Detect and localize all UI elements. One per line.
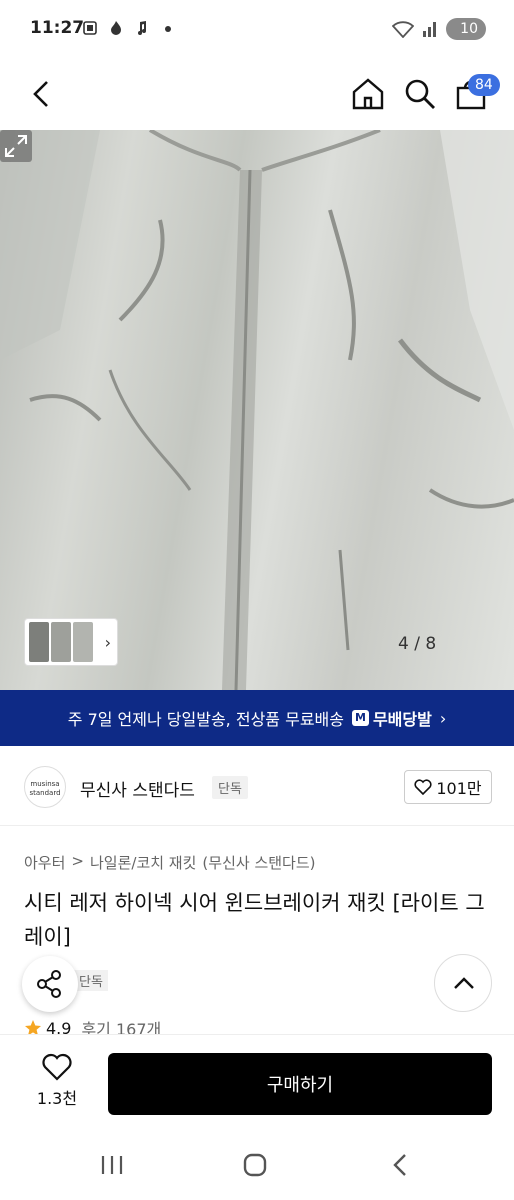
home-icon[interactable] xyxy=(348,74,388,114)
brand-name[interactable]: 무신사 스탠다드 xyxy=(80,776,195,801)
delivery-truck-icon: M xyxy=(351,710,369,726)
search-icon[interactable] xyxy=(400,74,440,114)
exclusive-badge: 단독 xyxy=(212,776,248,799)
jacket-illustration xyxy=(0,130,514,690)
chevron-right-icon[interactable]: › xyxy=(105,633,111,652)
brand-like-count: 101만 xyxy=(436,779,482,798)
brand-logo[interactable]: musinsa standard xyxy=(24,766,66,808)
thumbnail-image[interactable] xyxy=(51,622,71,662)
system-navigation-bar xyxy=(0,1130,514,1200)
back-icon[interactable] xyxy=(386,1150,416,1180)
system-status: 10 xyxy=(392,18,486,40)
banner-brand-label: 무배당발 xyxy=(372,710,432,729)
brand-row: musinsa standard 무신사 스탠다드 단독 101만 xyxy=(0,746,514,826)
chevron-right-icon: › xyxy=(439,708,447,728)
brand-like-button[interactable]: 101만 xyxy=(404,770,492,804)
home-button-icon[interactable] xyxy=(240,1150,270,1180)
scroll-top-button[interactable] xyxy=(434,954,492,1012)
banner-brand: M 무배당발 xyxy=(351,706,432,730)
banner-text: 주 7일 언제나 당일발송, 전상품 무료배송 xyxy=(67,710,344,729)
exclusive-badge: 단독 xyxy=(74,970,108,991)
thumbnail-image[interactable] xyxy=(29,622,49,662)
back-arrow-icon[interactable] xyxy=(22,74,62,114)
thumbnail-image[interactable] xyxy=(73,622,93,662)
expand-icon[interactable] xyxy=(0,130,32,162)
bottom-action-bar: 1.3천 구매하기 xyxy=(0,1034,514,1130)
share-icon xyxy=(37,970,61,998)
flame-icon xyxy=(111,21,121,35)
product-title: 시티 레저 하이넥 시어 윈드브레이커 재킷 [라이트 그레이] xyxy=(24,891,485,949)
cart-count-badge: 84 xyxy=(468,74,500,96)
wishlist-button[interactable]: 1.3천 xyxy=(30,1053,84,1109)
heart-icon xyxy=(414,779,432,795)
battery-indicator: 10 xyxy=(446,18,486,40)
product-image[interactable]: › 4 / 8 xyxy=(0,130,514,690)
dot-icon xyxy=(165,26,171,32)
music-icon xyxy=(138,21,146,35)
recent-apps-icon[interactable] xyxy=(97,1150,127,1180)
brand-logo-line2: standard xyxy=(29,789,61,797)
image-counter: 4 / 8 xyxy=(398,634,437,654)
status-time: 11:27 xyxy=(30,18,85,38)
shipping-banner[interactable]: 주 7일 언제나 당일발송, 전상품 무료배송 M 무배당발 › xyxy=(0,690,514,746)
wishlist-count: 1.3천 xyxy=(36,1089,78,1108)
breadcrumb: 아우터 > 나일론/코치 재킷 (무신사 스탠다드) xyxy=(24,852,316,873)
heart-icon xyxy=(42,1053,72,1081)
brand-logo-line1: musinsa xyxy=(30,780,60,788)
breadcrumb-item[interactable]: 나일론/코치 재킷 xyxy=(90,852,196,873)
chevron-up-icon xyxy=(454,977,474,989)
top-navigation xyxy=(0,60,514,130)
notification-icons xyxy=(82,20,176,36)
share-button[interactable] xyxy=(22,956,78,1012)
breadcrumb-item[interactable]: (무신사 스탠다드) xyxy=(202,852,315,873)
screenshot-icon xyxy=(83,21,97,35)
thumbnail-strip[interactable]: › xyxy=(24,618,118,666)
status-bar: 11:27 10 xyxy=(0,0,514,60)
wifi-icon xyxy=(392,21,415,38)
signal-icon xyxy=(423,22,437,37)
breadcrumb-item[interactable]: 아우터 xyxy=(24,852,65,873)
breadcrumb-separator: > xyxy=(71,852,84,870)
buy-button[interactable]: 구매하기 xyxy=(108,1053,492,1115)
